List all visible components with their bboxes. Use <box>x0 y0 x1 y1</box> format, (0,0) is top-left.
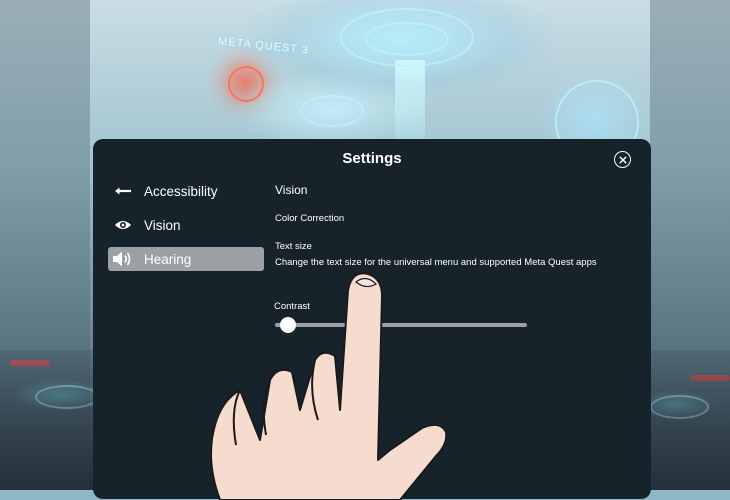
speaker-icon <box>110 250 136 268</box>
text-size-label: Text size <box>275 241 312 252</box>
nav-item-label: Vision <box>144 217 181 233</box>
close-icon <box>618 155 627 164</box>
nav-item-accessibility[interactable]: Accessibility <box>108 179 264 203</box>
hand-pointer-icon <box>210 272 448 500</box>
back-arrow-icon <box>110 186 136 196</box>
section-heading: Vision <box>275 183 308 197</box>
nav-item-vision[interactable]: Vision <box>108 213 264 237</box>
meta-quest-logo-text: META QUEST 3 <box>217 35 310 57</box>
panel-title: Settings <box>342 150 402 167</box>
color-correction-option[interactable]: Color Correction <box>275 213 344 224</box>
holo-ring <box>365 22 449 56</box>
nav-item-label: Accessibility <box>144 183 218 199</box>
holo-ring <box>228 66 264 102</box>
eye-icon <box>110 219 136 231</box>
close-button[interactable] <box>614 151 631 168</box>
nav-item-label: Hearing <box>144 251 192 267</box>
holo-ring <box>300 95 364 127</box>
